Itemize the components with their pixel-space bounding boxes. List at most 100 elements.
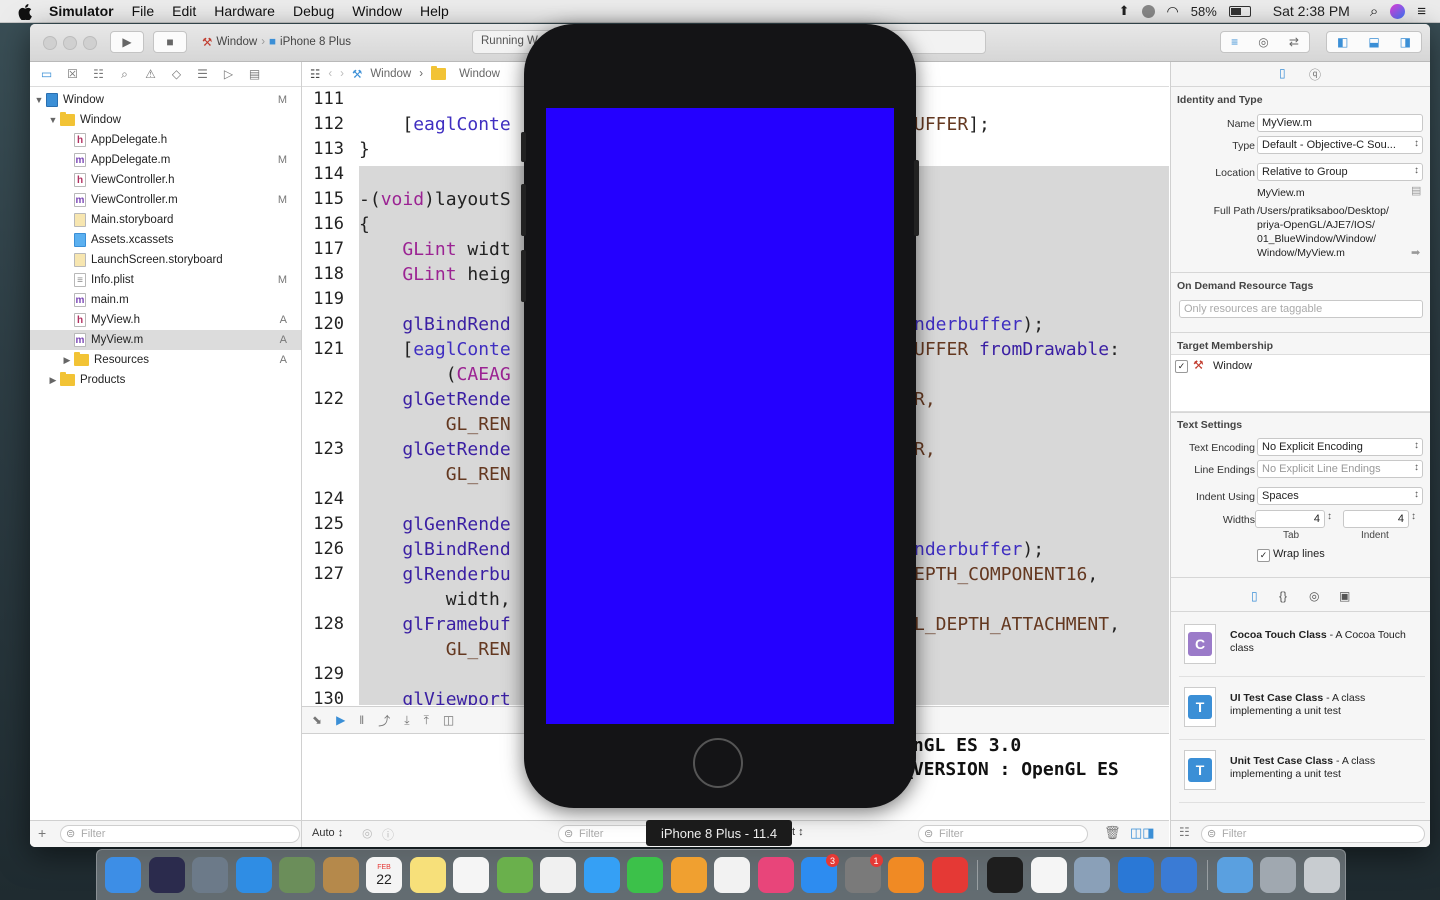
system-preferences-icon[interactable]: 1 (844, 854, 883, 893)
name-field[interactable]: MyView.m (1257, 114, 1423, 132)
calendar-icon[interactable]: FEB 22 (366, 857, 402, 893)
hide-debug-area-icon[interactable]: ⬊ (312, 713, 322, 727)
navigator-item[interactable]: Assets.xcassets (30, 230, 301, 250)
wrap-lines-checkbox[interactable]: ✓ (1257, 549, 1270, 562)
file-template-item[interactable]: T Unit Test Case Class - A class implemen… (1179, 744, 1425, 803)
navigator-filter-input[interactable]: Filter (60, 825, 300, 843)
contacts-icon[interactable] (322, 857, 359, 893)
view-debugger-icon[interactable]: ◫ (443, 713, 454, 727)
disclosure-triangle-icon[interactable]: ▶ (48, 375, 58, 386)
battery-percent[interactable]: 58% (1191, 4, 1217, 19)
reminders-icon[interactable] (453, 857, 489, 893)
safari-icon[interactable] (235, 857, 272, 893)
side-power-button[interactable] (914, 160, 919, 236)
battery-icon[interactable] (1228, 5, 1251, 17)
siri-menu-icon[interactable] (1390, 3, 1406, 19)
debug-navigator-icon[interactable]: ☰ (195, 67, 210, 81)
version-editor-icon[interactable]: ⇄ (1289, 35, 1299, 49)
trash-icon[interactable] (1303, 857, 1340, 893)
menu-window[interactable]: Window (343, 3, 411, 19)
code-snippet-library-icon[interactable]: {} (1279, 589, 1287, 603)
menu-debug[interactable]: Debug (284, 3, 343, 19)
downloads-folder-icon[interactable] (1216, 857, 1253, 893)
report-navigator-icon[interactable]: ▤ (247, 67, 262, 81)
preview-icon[interactable] (279, 857, 315, 893)
navigator-item[interactable]: LaunchScreen.storyboard (30, 250, 301, 270)
console-filter-input[interactable]: Filter (918, 825, 1088, 843)
disclosure-triangle-icon[interactable]: ▼ (34, 95, 44, 105)
close-window-button[interactable] (43, 36, 57, 50)
mute-switch[interactable] (521, 132, 526, 162)
forward-icon[interactable]: › (340, 68, 344, 80)
media-library-icon[interactable]: ▣ (1339, 589, 1350, 603)
tab-width-stepper[interactable]: ↕ (1327, 511, 1332, 522)
standard-editor-icon[interactable]: ≡ (1231, 35, 1238, 49)
menu-app-name[interactable]: Simulator (40, 3, 123, 19)
disclosure-triangle-icon[interactable]: ▼ (48, 115, 58, 125)
add-file-icon[interactable]: + (38, 825, 46, 841)
navigator-toggle-icon[interactable]: ◧ (1337, 35, 1348, 49)
file-template-library-icon[interactable]: ▯ (1251, 589, 1258, 603)
project-navigator-icon[interactable]: ▭ (39, 67, 54, 81)
minimize-window-button[interactable] (63, 36, 77, 50)
terminal-icon[interactable] (987, 857, 1023, 893)
photos-icon[interactable] (540, 857, 576, 893)
volume-up-button[interactable] (521, 184, 526, 236)
wifi-icon[interactable]: ◠ (1167, 3, 1179, 20)
navigator-item[interactable]: ▼ Window M (30, 90, 301, 110)
type-popup[interactable]: Default - Objective-C Sou... (1257, 136, 1423, 154)
find-navigator-icon[interactable]: ⌕ (117, 67, 132, 81)
menu-hardware[interactable]: Hardware (205, 3, 284, 19)
simulator-screen[interactable] (546, 108, 894, 724)
xcode-icon[interactable] (1117, 857, 1154, 893)
info-icon[interactable]: ⓘ (382, 826, 394, 843)
utilities-toggle-icon[interactable]: ◨ (1400, 35, 1411, 49)
breakpoints-toggle-icon[interactable]: ▶ (336, 713, 345, 727)
stop-button[interactable]: ■ (153, 31, 187, 53)
encoding-popup[interactable]: No Explicit Encoding (1257, 438, 1423, 456)
related-items-icon[interactable]: ☷ (310, 67, 320, 81)
home-button[interactable] (693, 738, 743, 788)
navigator-item[interactable]: ▼ Window (30, 110, 301, 130)
step-into-icon[interactable]: ⤓ (404, 713, 409, 728)
navigator-item[interactable]: m main.m (30, 290, 301, 310)
console-output-popup[interactable]: t ↕ (792, 826, 804, 838)
tab-width-field[interactable]: 4 (1255, 510, 1325, 528)
navigator-item[interactable]: m ViewController.m M (30, 190, 301, 210)
itunes-icon[interactable] (757, 857, 794, 893)
view-toggle-group[interactable]: ◧ ⬓ ◨ (1326, 31, 1422, 53)
source-control-icon[interactable]: ☒ (65, 67, 80, 81)
target-checkbox[interactable]: ✓ (1175, 360, 1188, 373)
navigator-item[interactable]: ▶ Resources A (30, 350, 301, 370)
indent-width-field[interactable]: 4 (1343, 510, 1409, 528)
facetime-icon[interactable] (627, 857, 663, 893)
maps-icon[interactable] (496, 857, 533, 893)
pause-icon[interactable]: ‖ (359, 713, 364, 727)
navigator-item[interactable]: ▶ Products (30, 370, 301, 390)
notification-center-icon[interactable]: ≡ (1417, 3, 1426, 20)
documents-stack-icon[interactable] (1260, 857, 1296, 893)
library-grid-toggle-icon[interactable]: ☷ (1179, 825, 1190, 839)
jump-crumb-group[interactable]: Window (459, 68, 500, 80)
spotlight-icon[interactable]: ⌕ (1370, 3, 1378, 20)
navigator-item[interactable]: m MyView.m A (30, 330, 301, 350)
siri-icon[interactable] (148, 857, 185, 893)
issue-navigator-icon[interactable]: ⚠ (143, 67, 158, 81)
user-status-icon[interactable] (1141, 4, 1155, 18)
disclosure-triangle-icon[interactable]: ▶ (62, 355, 72, 366)
file-template-item[interactable]: T UI Test Case Class - A class implementi… (1179, 681, 1425, 740)
finder-icon[interactable] (105, 857, 141, 893)
messages-icon[interactable] (583, 857, 620, 893)
file-template-item[interactable]: C Cocoa Touch Class - A Cocoa Touch class (1179, 618, 1425, 677)
image-capture-icon[interactable] (1074, 857, 1110, 893)
navigator-item[interactable]: h AppDelegate.h (30, 130, 301, 150)
breakpoint-navigator-icon[interactable]: ▷ (221, 67, 236, 81)
test-navigator-icon[interactable]: ◇ (169, 67, 184, 81)
back-icon[interactable]: ‹ (328, 68, 332, 80)
assistant-editor-icon[interactable]: ◎ (1258, 35, 1268, 49)
navigator-item[interactable]: h MyView.h A (30, 310, 301, 330)
library-filter-input[interactable]: Filter (1201, 825, 1425, 843)
debug-area-toggle-icon[interactable]: ⬓ (1368, 35, 1379, 49)
reveal-in-finder-icon[interactable]: ➡ (1411, 246, 1420, 259)
navigator-item[interactable]: ≡ Info.plist M (30, 270, 301, 290)
